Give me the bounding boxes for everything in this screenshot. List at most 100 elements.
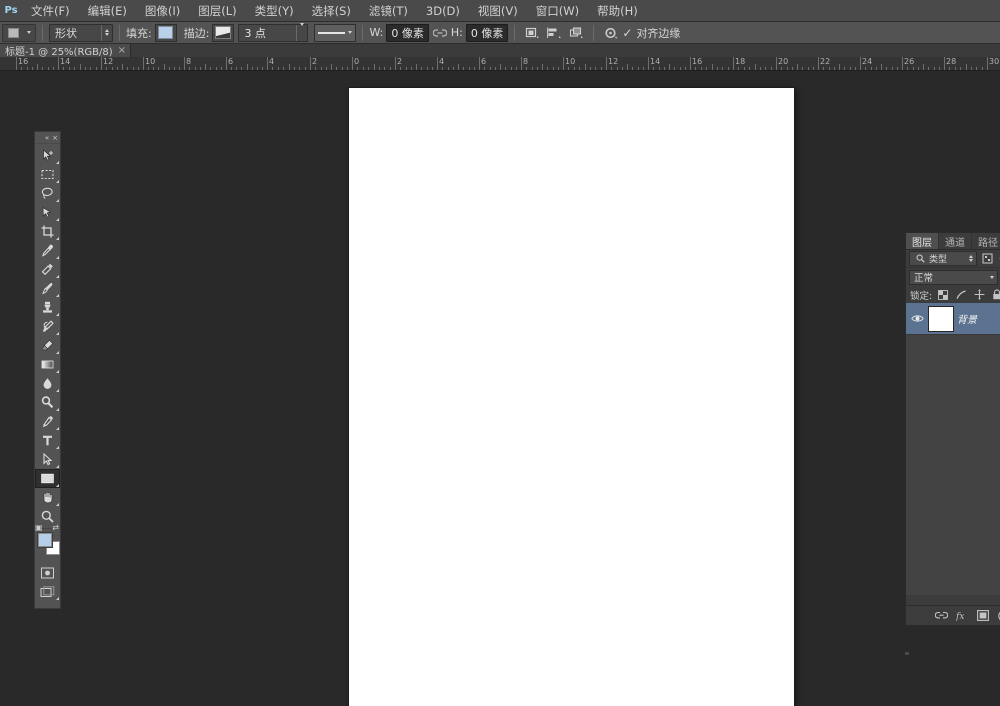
- lock-transparent-pixels-icon[interactable]: [936, 288, 950, 302]
- history-brush-tool[interactable]: [35, 317, 60, 336]
- crop-tool[interactable]: [35, 222, 60, 241]
- canvas-document[interactable]: [349, 88, 794, 706]
- ruler-minor-tick: [738, 67, 739, 70]
- stroke-style-dropdown[interactable]: [314, 24, 356, 42]
- horizontal-type-tool[interactable]: [35, 431, 60, 450]
- close-icon[interactable]: ×: [118, 45, 126, 56]
- layer-row[interactable]: 背景: [906, 303, 1000, 335]
- ruler-minor-tick: [701, 67, 702, 70]
- lock-all-icon[interactable]: [990, 288, 1000, 302]
- hand-tool[interactable]: [35, 488, 60, 507]
- shape-height-input[interactable]: 0 像素: [466, 24, 509, 42]
- shape-width-input[interactable]: 0 像素: [386, 24, 429, 42]
- gradient-tool[interactable]: [35, 355, 60, 374]
- align-edges-label: 对齐边缘: [636, 25, 680, 41]
- menu-help[interactable]: 帮助(H): [588, 0, 647, 22]
- menu-view[interactable]: 视图(V): [469, 0, 527, 22]
- quick-selection-tool[interactable]: [35, 203, 60, 222]
- ruler-minor-tick: [117, 67, 118, 70]
- tool-preset-picker[interactable]: [2, 24, 36, 42]
- pen-tool[interactable]: [35, 412, 60, 431]
- mask-icon[interactable]: [976, 609, 990, 623]
- quick-mask-mode[interactable]: [35, 563, 60, 582]
- rectangular-marquee-tool[interactable]: [35, 165, 60, 184]
- ruler-minor-tick: [892, 67, 893, 70]
- blend-mode-value: 正常: [914, 270, 933, 284]
- menu-select[interactable]: 选择(S): [303, 0, 360, 22]
- tools-list: ⇄ ▣: [35, 144, 60, 601]
- ruler-minor-tick: [236, 67, 237, 70]
- ruler-minor-tick: [913, 67, 914, 70]
- spot-healing-brush-tool[interactable]: [35, 260, 60, 279]
- fill-color-swatch[interactable]: [155, 24, 177, 42]
- tool-preset-chevron-icon[interactable]: [23, 25, 35, 41]
- ruler-minor-tick: [659, 67, 660, 70]
- tab-channels[interactable]: 通道: [939, 233, 972, 249]
- geometry-options-gear-icon[interactable]: [600, 24, 622, 42]
- layer-name[interactable]: 背景: [957, 311, 977, 326]
- document-tab[interactable]: 标题-1 @ 25%(RGB/8) ×: [0, 44, 131, 57]
- ruler-major-tick: [58, 57, 59, 70]
- move-tool[interactable]: [35, 146, 60, 165]
- ruler-minor-tick: [695, 67, 696, 70]
- color-swatches[interactable]: ⇄ ▣: [35, 531, 60, 557]
- tools-panel-header[interactable]: « ×: [35, 132, 60, 144]
- link-icon[interactable]: [934, 609, 948, 623]
- menu-edit[interactable]: 编辑(E): [79, 0, 136, 22]
- menu-layer[interactable]: 图层(L): [189, 0, 245, 22]
- align-edges-checkbox[interactable]: ✓: [622, 26, 632, 40]
- menu-3d[interactable]: 3D(D): [417, 0, 469, 22]
- brush-tool[interactable]: [35, 279, 60, 298]
- screen-mode[interactable]: [35, 582, 60, 601]
- tab-paths[interactable]: 路径: [972, 233, 1000, 249]
- lock-position-icon[interactable]: [972, 288, 986, 302]
- eraser-tool[interactable]: [35, 336, 60, 355]
- stroke-color-swatch[interactable]: [212, 24, 234, 42]
- collapse-icon[interactable]: «: [45, 134, 49, 142]
- blend-chevron-icon: [990, 276, 994, 279]
- ruler-minor-tick: [674, 67, 675, 70]
- tool-mode-dropdown[interactable]: 形状: [49, 24, 113, 42]
- menu-type[interactable]: 类型(Y): [246, 0, 303, 22]
- lasso-tool[interactable]: [35, 184, 60, 203]
- ruler-minor-tick: [53, 67, 54, 70]
- ruler-minor-tick: [808, 67, 809, 70]
- dodge-tool[interactable]: [35, 393, 60, 412]
- layer-filter-dropdown[interactable]: 类型: [909, 251, 977, 266]
- ruler-label: 20: [778, 57, 788, 66]
- width-label: W:: [369, 26, 383, 39]
- path-alignment-icon[interactable]: [543, 24, 565, 42]
- blend-mode-dropdown[interactable]: 正常: [909, 270, 998, 285]
- menu-bar: Ps 文件(F) 编辑(E) 图像(I) 图层(L) 类型(Y) 选择(S) 滤…: [0, 0, 1000, 22]
- rectangle-tool[interactable]: [35, 469, 60, 488]
- layer-thumbnail[interactable]: [928, 306, 954, 332]
- eyedropper-tool[interactable]: [35, 241, 60, 260]
- default-colors-icon[interactable]: ▣: [35, 523, 43, 532]
- stroke-width-field[interactable]: 3 点: [238, 24, 308, 42]
- path-operations-icon[interactable]: [521, 24, 543, 42]
- ruler-minor-tick: [960, 67, 961, 70]
- tab-layers[interactable]: 图层: [906, 233, 939, 249]
- horizontal-ruler[interactable]: 161412108642024681012141618202224262830: [0, 57, 1000, 71]
- swap-colors-icon[interactable]: ⇄: [52, 523, 59, 532]
- clone-stamp-tool[interactable]: [35, 298, 60, 317]
- eye-icon[interactable]: [909, 314, 925, 323]
- ruler-minor-tick: [532, 67, 533, 70]
- ruler-minor-tick: [363, 67, 364, 70]
- close-icon[interactable]: ×: [52, 134, 58, 142]
- path-selection-tool[interactable]: [35, 450, 60, 469]
- menu-window[interactable]: 窗口(W): [527, 0, 588, 22]
- fx-icon[interactable]: fx: [955, 609, 969, 623]
- lock-image-pixels-icon[interactable]: [954, 288, 968, 302]
- ruler-major-tick: [563, 57, 564, 70]
- ruler-label: 6: [228, 57, 233, 66]
- link-dimensions-icon[interactable]: [429, 24, 451, 42]
- filter-type-pixel-icon[interactable]: [980, 252, 994, 266]
- foreground-color-swatch[interactable]: [38, 533, 52, 547]
- blur-tool[interactable]: [35, 374, 60, 393]
- path-arrangement-icon[interactable]: [565, 24, 587, 42]
- menu-file[interactable]: 文件(F): [22, 0, 79, 22]
- menu-image[interactable]: 图像(I): [136, 0, 189, 22]
- menu-filter[interactable]: 滤镜(T): [360, 0, 417, 22]
- ruler-minor-tick: [231, 67, 232, 70]
